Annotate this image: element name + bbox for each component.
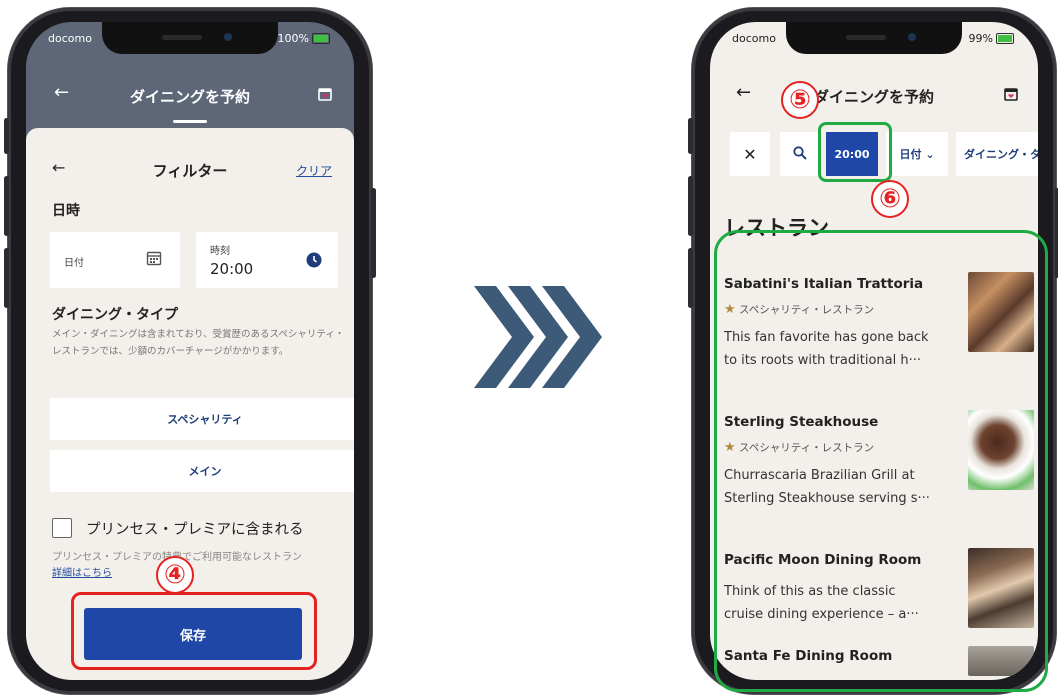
time-value: 20:00 [210, 260, 254, 278]
battery-indicator: 99% [969, 32, 1014, 45]
close-icon: ✕ [743, 144, 757, 164]
volume-up-button [688, 176, 693, 236]
dining-type-chip[interactable]: ダイニング・タ [956, 132, 1038, 176]
notch [102, 22, 278, 54]
volume-down-button [688, 248, 693, 308]
search-icon [793, 145, 807, 163]
page-title: ダイニングを予約 [813, 88, 934, 106]
close-chip[interactable]: ✕ [730, 132, 770, 176]
annotation-step-5: ⑤ [781, 81, 819, 119]
search-chip[interactable] [780, 132, 820, 176]
battery-icon [312, 33, 330, 44]
volume-down-button [4, 248, 9, 308]
highlight-save-box [71, 592, 317, 670]
app-header: ← ダイニングを予約 [26, 54, 354, 134]
highlight-restaurant-list-box [714, 230, 1048, 692]
calendar-icon [146, 250, 162, 270]
date-field[interactable]: 日付 [50, 232, 180, 288]
time-label: 時刻 [210, 246, 230, 257]
battery-label: 99% [968, 32, 993, 45]
battery-label: 100% [277, 32, 309, 45]
date-label: 日付 [64, 258, 84, 269]
clear-link[interactable]: クリア [296, 162, 332, 179]
chevron-right-icon [474, 286, 602, 392]
dining-type-title: ダイニング・タイプ [52, 307, 178, 323]
app-header: ← ダイニングを予約 [710, 54, 1038, 114]
date-chip[interactable]: 日付 ⌄ [886, 132, 948, 176]
princess-checkbox-label: プリンセス・プレミアに含まれる [86, 522, 304, 538]
clock-icon [306, 252, 322, 272]
mute-button [4, 118, 9, 154]
carrier-label: docomo [732, 32, 776, 45]
volume-up-button [4, 176, 9, 236]
notch [786, 22, 962, 54]
highlight-time-chip-box [818, 122, 892, 182]
page-title: ダイニングを予約 [129, 88, 250, 106]
chevron-down-icon: ⌄ [925, 147, 935, 161]
date-chip-label: 日付 [899, 148, 922, 161]
filter-header: ← フィルター クリア [26, 158, 354, 182]
annotation-step-6: ⑥ [871, 180, 909, 218]
calendar-heart-icon[interactable] [1004, 86, 1018, 105]
carrier-label: docomo [48, 32, 92, 45]
time-field[interactable]: 時刻 20:00 [196, 232, 338, 288]
sheet-handle[interactable] [173, 120, 207, 123]
details-link[interactable]: 詳細はこちら [52, 564, 112, 579]
mute-button [688, 118, 693, 154]
calendar-heart-icon[interactable] [318, 86, 332, 105]
dining-type-description: メイン・ダイニングは含まれており、受賞歴のあるスペシャリティ・レストランでは、少… [52, 329, 345, 357]
power-button [371, 188, 376, 278]
option-specialty[interactable]: スペシャリティ [50, 398, 354, 440]
datetime-title: 日時 [52, 203, 80, 219]
annotation-step-4: ④ [156, 556, 194, 594]
battery-indicator: 100% [278, 32, 330, 45]
princess-checkbox[interactable] [52, 518, 72, 538]
battery-icon [996, 33, 1014, 44]
option-main[interactable]: メイン [50, 450, 354, 492]
